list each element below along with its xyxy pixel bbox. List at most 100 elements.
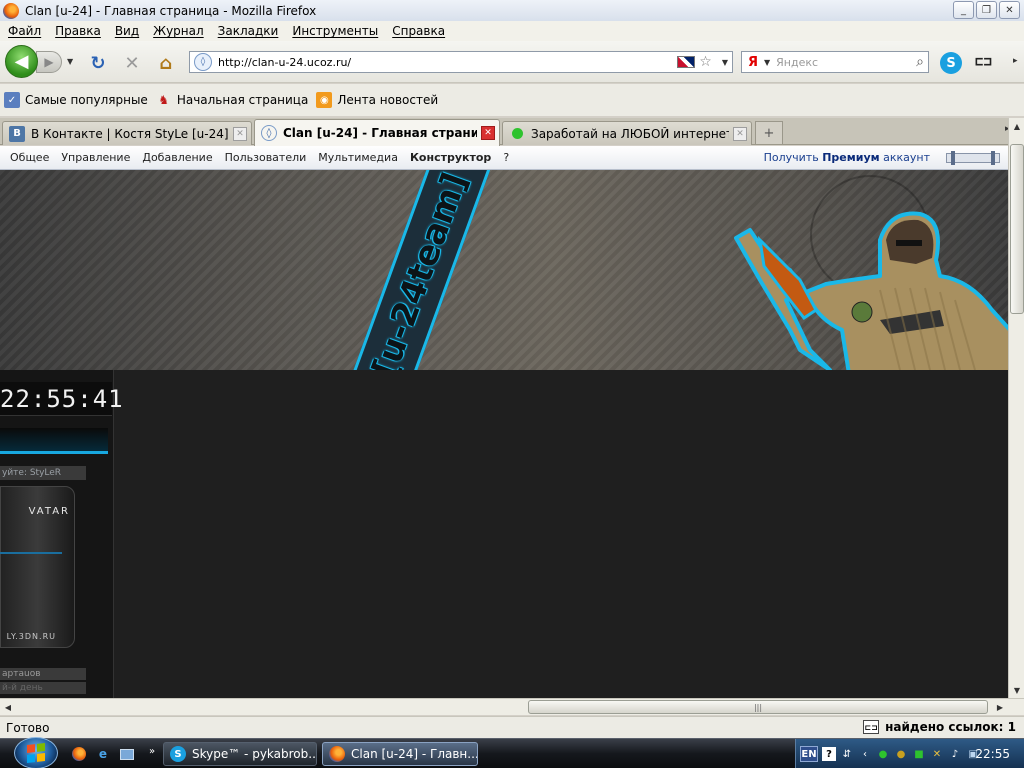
start-page-icon: ♞ [158,93,170,107]
url-bar[interactable]: ◊ http://clan-u-24.ucoz.ru/ ☆ ▼ [189,51,733,73]
tray-app-icon-2[interactable]: ■ [912,747,926,761]
bookmark-news-feed[interactable]: ◉ Лента новостей [316,92,438,108]
minimize-button[interactable]: _ [953,1,974,19]
horizontal-scrollbar[interactable]: ◀ ||| ▶ [0,698,1024,715]
home-icon[interactable]: ⌂ [156,53,176,74]
search-magnifier-icon[interactable]: ⌕ [916,54,924,70]
toolbar-logo-icon[interactable]: ⊏⊐ [975,54,992,70]
task-label: Skype™ - pykabrob... [192,747,317,761]
firefox-icon [329,746,345,762]
green-dot-icon [509,126,525,142]
menu-file[interactable]: Файл [8,24,41,38]
site-identity-icon[interactable]: ◊ [194,53,212,71]
admin-bar-slider[interactable] [946,151,1000,165]
link-finder-icon[interactable]: ⊏⊐ [863,720,880,734]
vertical-scrollbar[interactable]: ▲ ▼ [1008,118,1024,698]
tab-label: Заработай на ЛЮБОЙ интернет... [531,126,729,141]
premium-suffix: аккаунт [883,151,930,164]
status-bar: Готово ⊏⊐ найдено ссылок: 1 [0,716,1024,738]
skype-toolbar-icon[interactable]: S [940,52,962,74]
start-button[interactable] [14,737,58,768]
tray-app-icon-3[interactable]: ✕ [930,747,944,761]
language-indicator[interactable]: EN [800,746,818,762]
site-sidebar: 22:55:41 уйте: StyLeR VATAR LY.3DN.RU ар… [0,370,123,698]
toolbar-overflow-icon[interactable]: ▸ [1013,56,1018,66]
yandex-icon[interactable]: Я [742,55,764,70]
menu-help[interactable]: Справка [392,24,445,38]
stop-icon[interactable]: ✕ [122,53,142,74]
tab-clan-u24[interactable]: ◊ Clan [u-24] - Главная страни... ✕ [254,119,500,146]
windows-logo-icon [27,743,45,763]
scroll-left-icon[interactable]: ◀ [0,699,16,715]
ucoz-menu-constructor[interactable]: Конструктор [410,151,491,164]
search-bar[interactable]: Я ▼ Яндекс ⌕ [741,51,929,73]
sidebar-row[interactable]: артаuов [0,668,86,680]
menu-view[interactable]: Вид [115,24,139,38]
task-label: Clan [u-24] - Главн... [351,747,478,761]
maximize-button[interactable]: ❐ [976,1,997,19]
taskbar-firefox[interactable]: Clan [u-24] - Главн... [322,742,478,766]
menu-bar: Файл Правка Вид Журнал Закладки Инструме… [0,21,1024,41]
sidebar-row[interactable]: й-й день [0,682,86,694]
back-button[interactable]: ◀ [5,45,38,78]
ucoz-menu-help[interactable]: ? [503,151,509,164]
menu-tools[interactable]: Инструменты [292,24,378,38]
quicklaunch-more-icon[interactable]: » [143,743,161,759]
vertical-scroll-thumb[interactable] [1010,144,1024,314]
bookmark-popular[interactable]: ✓ Самые популярные [4,92,148,108]
ucoz-menu-users[interactable]: Пользователи [225,151,307,164]
site-clock: 22:55:41 [0,382,123,416]
tab-vkontakte[interactable]: B В Контакте | Костя StyLe [u-24] К... ✕ [2,121,252,145]
bookmark-start-page[interactable]: ♞ Начальная страница [156,92,309,108]
close-tab-icon[interactable]: ✕ [481,126,495,140]
new-tab-button[interactable]: + [755,121,783,144]
taskbar-skype[interactable]: S Skype™ - pykabrob... [163,742,317,766]
close-tab-icon[interactable]: ✕ [233,126,247,141]
ucoz-menu-add[interactable]: Добавление [142,151,212,164]
skype-icon: S [170,746,186,762]
menu-edit[interactable]: Правка [55,24,101,38]
scroll-down-icon[interactable]: ▼ [1009,682,1024,698]
bookmark-star-icon[interactable]: ☆ [699,54,712,70]
history-dropdown-icon[interactable]: ▼ [67,57,73,66]
firefox-quicklaunch-icon[interactable] [70,746,88,762]
reload-icon[interactable]: ↻ [88,53,108,74]
show-desktop-icon[interactable] [118,746,136,762]
scroll-up-icon[interactable]: ▲ [1009,118,1024,134]
forward-button[interactable]: ▶ [36,51,62,73]
bookmarks-toolbar: ✓ Самые популярные ♞ Начальная страница … [0,84,1024,116]
horizontal-scroll-thumb[interactable]: ||| [528,700,988,714]
close-button[interactable]: ✕ [999,1,1020,19]
tray-app-icon[interactable]: ● [894,747,908,761]
menu-history[interactable]: Журнал [153,24,204,38]
windows-taskbar: e » S Skype™ - pykabrob... Clan [u-24] -… [0,737,1024,768]
ucoz-menu-multimedia[interactable]: Мультимедиа [318,151,398,164]
volume-tray-icon[interactable]: ♪ [948,747,962,761]
url-input[interactable]: http://clan-u-24.ucoz.ru/ [218,56,677,69]
ucoz-menu-general[interactable]: Общее [10,151,49,164]
network-tray-icon[interactable]: ⇵ [840,747,854,761]
popular-icon: ✓ [4,92,20,108]
close-tab-icon[interactable]: ✕ [733,126,747,141]
welcome-text: уйте: StyLeR [0,466,86,480]
ucoz-admin-bar: Общее Управление Добавление Пользователи… [0,146,1008,170]
rss-icon: ◉ [316,92,333,108]
search-engine-dropdown-icon[interactable]: ▼ [764,58,770,67]
help-tray-icon[interactable]: ? [822,747,836,761]
security-tray-icon[interactable]: ● [876,747,890,761]
avatar-divider [0,552,62,554]
premium-link[interactable]: Получить Премиум аккаунт [764,151,930,164]
page-content: [u-24team] 22:55:41 уйте: StyLeR VATAR L… [0,170,1008,698]
url-dropdown-icon[interactable]: ▼ [722,58,728,67]
premium-prefix: Получить [763,151,819,164]
ucoz-menu-manage[interactable]: Управление [61,151,130,164]
tray-expand-icon[interactable]: ‹ [858,747,872,761]
language-flag-icon[interactable] [677,56,696,68]
search-input[interactable]: Яндекс [776,56,916,69]
scroll-right-icon[interactable]: ▶ [992,699,1008,715]
tab-earn-online[interactable]: Заработай на ЛЮБОЙ интернет... ✕ [502,121,752,145]
menu-bookmarks[interactable]: Закладки [218,24,279,38]
bookmark-label: Начальная страница [176,93,309,107]
taskbar-clock[interactable]: 22:55 [975,747,1010,761]
ie-quicklaunch-icon[interactable]: e [94,746,112,762]
